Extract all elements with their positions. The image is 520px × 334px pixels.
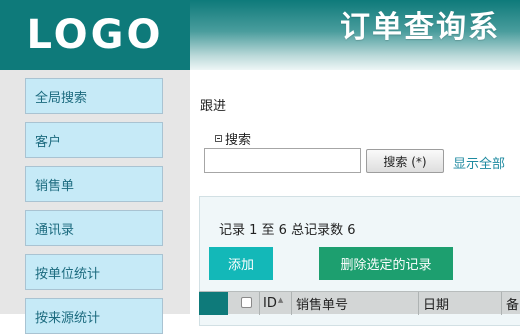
select-all-checkbox[interactable] (241, 297, 252, 308)
table-header-corner (199, 292, 228, 315)
column-divider (291, 292, 292, 315)
column-divider (501, 292, 502, 315)
search-section-toggle[interactable]: 搜索 (215, 129, 251, 148)
header-banner: 订单查询系 (190, 0, 520, 70)
column-header-remark[interactable]: 备 (506, 292, 519, 315)
logo-text: LOGO (26, 12, 164, 58)
column-header-id-label: ID (263, 296, 277, 311)
column-divider (418, 292, 419, 315)
sidebar: 全局搜索 客户 销售单 通讯录 按单位统计 按来源统计 (0, 70, 190, 334)
column-header-order-no-label: 销售单号 (296, 298, 349, 313)
column-header-date[interactable]: 日期 (423, 292, 449, 315)
sidebar-item-label: 销售单 (35, 178, 75, 194)
sidebar-item-label: 全局搜索 (35, 90, 88, 106)
column-header-remark-label: 备 (506, 298, 520, 313)
collapse-icon[interactable] (215, 135, 222, 142)
sidebar-item-stats-by-unit[interactable]: 按单位统计 (25, 254, 163, 290)
sidebar-item-contacts[interactable]: 通讯录 (25, 210, 163, 246)
column-divider (259, 292, 260, 315)
add-button[interactable]: 添加 (209, 247, 273, 280)
search-button[interactable]: 搜索 (*) (366, 149, 444, 173)
app-title: 订单查询系 (340, 10, 500, 45)
search-section-label: 搜索 (225, 133, 252, 148)
sidebar-item-global-search[interactable]: 全局搜索 (25, 78, 163, 114)
sidebar-item-customers[interactable]: 客户 (25, 122, 163, 158)
sidebar-item-stats-by-source[interactable]: 按来源统计 (25, 298, 163, 334)
search-input[interactable] (204, 148, 361, 173)
show-all-link[interactable]: 显示全部 (453, 153, 505, 172)
sidebar-item-label: 客户 (35, 134, 62, 150)
column-header-id[interactable]: ID ▲ (263, 292, 283, 315)
page-title: 跟进 (200, 99, 227, 114)
logo: LOGO (0, 0, 190, 70)
column-header-order-no[interactable]: 销售单号 (296, 292, 348, 315)
sidebar-item-label: 通讯录 (35, 222, 75, 238)
sidebar-item-label: 按来源统计 (35, 310, 101, 326)
column-header-date-label: 日期 (423, 298, 450, 313)
records-count: 记录 1 至 6 总记录数 6 (219, 223, 356, 238)
sidebar-item-label: 按单位统计 (35, 266, 101, 282)
sidebar-item-sales-orders[interactable]: 销售单 (25, 166, 163, 202)
sort-arrow-icon: ▲ (277, 295, 284, 304)
delete-selected-button[interactable]: 删除选定的记录 (319, 247, 453, 280)
table-header: ID ▲ 销售单号 日期 备 (199, 291, 520, 315)
